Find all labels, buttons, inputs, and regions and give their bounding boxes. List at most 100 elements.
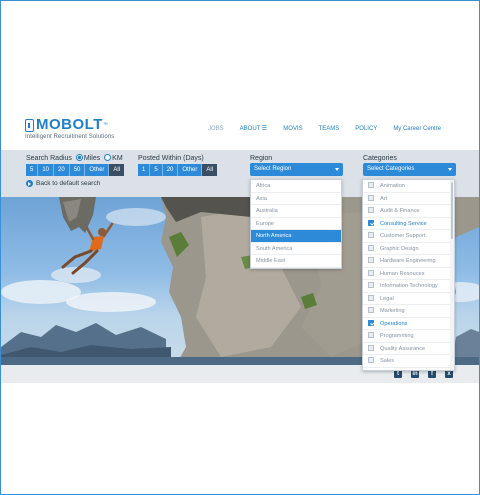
search-radius-row: Search Radius Miles KM — [26, 154, 123, 163]
region-option-australia[interactable]: Australia — [251, 205, 341, 218]
checkbox-icon — [368, 282, 374, 288]
category-label: Operations — [380, 320, 408, 327]
category-label: Hardware Engineering — [380, 258, 436, 264]
category-label: Graphic Design — [380, 245, 419, 252]
category-label: Human Resouces — [380, 270, 425, 277]
back-link-label: Back to default search — [36, 180, 101, 187]
miles-label: Miles — [83, 155, 101, 162]
linkedin-icon[interactable]: in — [411, 370, 419, 378]
search-radius-label: Search Radius — [26, 155, 72, 162]
region-select-value: Select Region — [254, 166, 292, 172]
xing-icon[interactable]: x — [445, 370, 453, 378]
categories-label: Categories — [363, 155, 397, 162]
categories-dropdown-list: Animation Art Audit & Finance Consulting… — [362, 179, 455, 371]
checkbox-icon — [368, 232, 374, 238]
checkbox-icon — [368, 182, 374, 188]
nav-movis[interactable]: MOVIS — [275, 125, 310, 133]
category-option[interactable]: Human Resouces — [363, 268, 454, 280]
region-option-north-america[interactable]: North America — [251, 230, 341, 243]
posted-buttons: 1 5 20 Other All — [138, 164, 218, 176]
site-header: MOBOLT ™ Intelligent Recruitment Solutio… — [1, 112, 479, 150]
brand-name: MOBOLT — [36, 116, 103, 133]
trademark: ™ — [102, 122, 108, 128]
checkbox-icon — [368, 344, 374, 351]
nav-about[interactable]: ABOUT ☰ — [232, 125, 276, 133]
checkbox-checked-icon — [368, 319, 374, 326]
facebook-icon[interactable]: f — [428, 370, 436, 378]
nav-jobs[interactable]: JOBS — [200, 125, 232, 133]
posted-within-label: Posted Within (Days) — [138, 155, 204, 162]
category-option[interactable]: Sales — [363, 355, 454, 368]
category-option[interactable]: Graphic Design — [363, 243, 454, 255]
region-option-europe[interactable]: Europe — [251, 218, 341, 230]
region-option-asia[interactable]: Asia — [251, 193, 341, 205]
nav-career-centre[interactable]: My Career Centre — [385, 125, 449, 133]
category-option[interactable]: Hardware Engineering — [363, 255, 454, 268]
region-option-africa[interactable]: Africa — [251, 180, 341, 193]
category-label: Art — [380, 195, 388, 202]
categories-scrollbar[interactable] — [450, 180, 454, 370]
logo[interactable]: MOBOLT ™ Intelligent Recruitment Solutio… — [25, 116, 115, 140]
category-option[interactable]: Animation — [363, 180, 454, 193]
category-option[interactable]: Operations — [363, 318, 454, 330]
category-label: Legal — [380, 295, 394, 302]
posted-other-button[interactable]: Other — [178, 164, 203, 176]
region-option-south-america[interactable]: South America — [251, 243, 341, 255]
category-option[interactable]: Audit & Finance — [363, 205, 454, 218]
categories-select[interactable]: Select Categories — [363, 163, 456, 176]
category-label: Consulting Service — [380, 220, 427, 227]
nav-policy[interactable]: POLICY — [347, 125, 385, 133]
category-label: Marketing — [380, 308, 405, 314]
radius-5-button[interactable]: 5 — [26, 164, 39, 176]
posted-5-button[interactable]: 5 — [150, 164, 163, 176]
category-option[interactable]: Marketing — [363, 305, 454, 318]
posted-20-button[interactable]: 20 — [162, 164, 179, 176]
region-dropdown-list: Africa Asia Australia Europe North Ameri… — [250, 179, 342, 269]
category-label: Customer Support — [380, 233, 426, 239]
chevron-down-icon — [335, 168, 339, 171]
radius-20-button[interactable]: 20 — [54, 164, 70, 176]
km-label: KM — [112, 155, 123, 162]
brand-tagline: Intelligent Recruitment Solutions — [25, 134, 115, 140]
nav-teams[interactable]: TEAMS — [311, 125, 348, 133]
checkbox-icon — [368, 207, 374, 213]
radius-all-button[interactable]: All — [109, 164, 125, 176]
km-radio[interactable] — [104, 154, 112, 161]
category-label: Sales — [380, 358, 394, 364]
radius-other-button[interactable]: Other — [85, 164, 110, 176]
categories-select-value: Select Categories — [367, 166, 415, 172]
twitter-icon[interactable]: t — [394, 370, 402, 378]
radius-10-button[interactable]: 10 — [38, 164, 55, 176]
checkbox-icon — [368, 194, 374, 201]
category-option[interactable]: Quality Assurance — [363, 343, 454, 355]
category-option[interactable]: Legal — [363, 293, 454, 305]
category-option[interactable]: Art — [363, 193, 454, 205]
nav-about-label: ABOUT — [239, 126, 261, 132]
category-option[interactable]: Programming — [363, 330, 454, 343]
checkbox-icon — [368, 332, 374, 338]
category-label: Programming — [380, 333, 414, 339]
category-option[interactable]: Information Technology — [363, 280, 454, 293]
checkbox-checked-icon — [368, 219, 374, 226]
posted-all-button[interactable]: All — [202, 164, 218, 176]
mobolt-logo-icon — [25, 118, 34, 132]
radius-50-button[interactable]: 50 — [69, 164, 86, 176]
category-label: Quality Assurance — [380, 345, 426, 352]
posted-1-button[interactable]: 1 — [138, 164, 151, 176]
checkbox-icon — [368, 294, 374, 301]
region-select[interactable]: Select Region — [250, 163, 343, 176]
category-option[interactable]: Customer Support — [363, 230, 454, 243]
arrow-right-circle-icon — [26, 180, 33, 187]
category-label: Information Technology — [380, 283, 438, 289]
category-option[interactable]: Consulting Service — [363, 218, 454, 230]
radius-buttons: 5 10 20 50 Other All — [26, 164, 125, 176]
checkbox-icon — [368, 244, 374, 251]
menu-icon: ☰ — [261, 126, 268, 132]
region-option-middle-east[interactable]: Middle East — [251, 255, 341, 268]
checkbox-icon — [368, 357, 374, 363]
back-to-default-link[interactable]: Back to default search — [26, 180, 100, 187]
miles-radio[interactable] — [75, 154, 83, 161]
checkbox-icon — [368, 269, 374, 276]
social-links: t in f x — [394, 370, 453, 378]
main-nav: JOBS ABOUT ☰ MOVIS TEAMS POLICY My Caree… — [200, 125, 449, 133]
